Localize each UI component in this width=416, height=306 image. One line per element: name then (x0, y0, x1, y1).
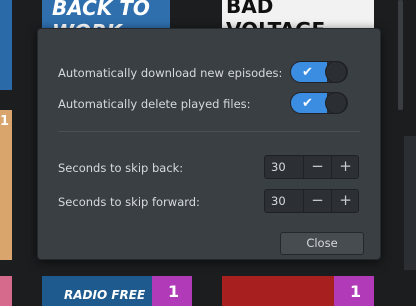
podcast-tile-red[interactable]: 1 (222, 276, 374, 306)
badge-count: 1 (350, 282, 362, 301)
podcast-tile-back-to-work[interactable]: BACK TO WORK (42, 0, 170, 30)
skip-back-label: Seconds to skip back: (58, 161, 184, 175)
check-icon: ✔ (302, 96, 313, 111)
podcast-tile-bad-voltage[interactable]: BAD VOLTAGE (222, 0, 374, 30)
skip-forward-value[interactable]: 30 (271, 190, 286, 212)
auto-delete-label: Automatically delete played files: (58, 97, 251, 111)
badge-count: 1 (0, 114, 10, 129)
auto-download-label: Automatically download new episodes: (58, 66, 283, 80)
podcast-tile-left-edge[interactable] (0, 0, 12, 90)
scrollbar-thumb[interactable] (398, 0, 403, 110)
skip-forward-label: Seconds to skip forward: (58, 195, 200, 209)
plus-icon[interactable]: + (331, 156, 359, 178)
podcast-tile-radio-free[interactable]: RADIO FREE 1 (42, 276, 192, 306)
check-icon: ✔ (302, 65, 313, 80)
skip-back-value[interactable]: 30 (271, 156, 286, 178)
podcast-tile-left-edge-2[interactable]: 1 (0, 110, 12, 260)
switch-knob[interactable] (325, 61, 347, 83)
tile-text: BAD VOLTAGE (226, 0, 326, 30)
skip-back-stepper[interactable]: 30 − + (264, 155, 359, 179)
close-button[interactable]: Close (280, 232, 364, 255)
tile-text: RADIO FREE (64, 288, 146, 302)
divider (58, 131, 360, 132)
preferences-dialog: Automatically download new episodes: ✔ A… (37, 28, 381, 260)
minus-icon[interactable]: − (303, 156, 331, 178)
plus-icon[interactable]: + (331, 190, 359, 212)
skip-forward-stepper[interactable]: 30 − + (264, 189, 359, 213)
podcast-tile-right-edge[interactable] (404, 136, 416, 270)
minus-icon[interactable]: − (303, 190, 331, 212)
tile-text: BACK TO WORK (52, 0, 150, 30)
auto-delete-switch[interactable]: ✔ (290, 92, 348, 114)
badge: 1 (152, 276, 192, 306)
badge: 1 (334, 276, 374, 306)
switch-knob[interactable] (325, 92, 347, 114)
podcast-tile-left-edge-3[interactable] (0, 276, 12, 306)
auto-download-switch[interactable]: ✔ (290, 61, 348, 83)
badge-count: 1 (168, 282, 180, 301)
